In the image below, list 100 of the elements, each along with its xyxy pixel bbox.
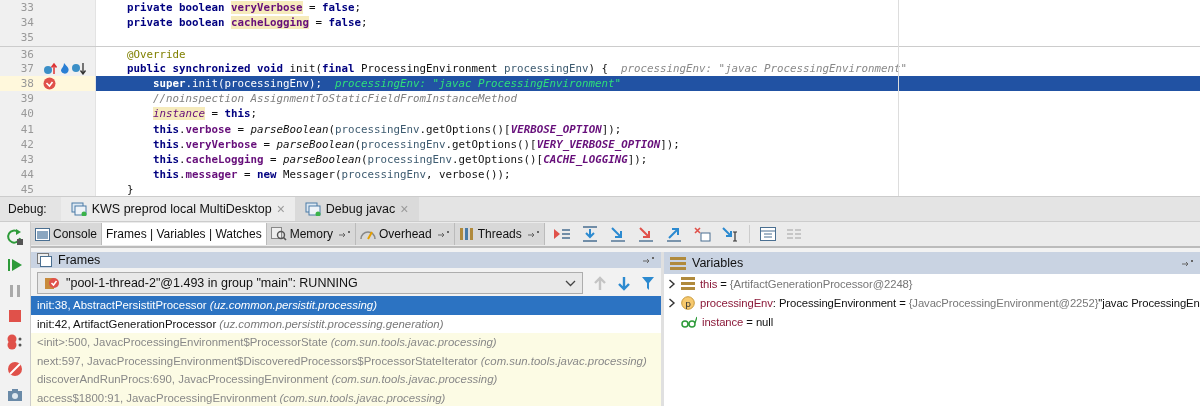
code-token: instance [153, 107, 205, 121]
step-into-icon[interactable] [608, 226, 627, 242]
breakpoints-icon[interactable] [6, 334, 24, 350]
variables-icon [670, 256, 686, 270]
code-token: ]); [627, 152, 648, 166]
debug-session-tab[interactable]: Debug javac × [294, 197, 419, 221]
debugger-tab[interactable]: Overhead [356, 223, 455, 245]
line-number: 45 [19, 182, 34, 196]
run-to-cursor-icon[interactable] [720, 226, 739, 242]
window-icon [70, 202, 87, 216]
code-token: this [153, 122, 179, 136]
filter-icon[interactable] [641, 275, 655, 291]
code-token: = [269, 152, 278, 166]
code-token: messager [185, 168, 238, 182]
pin-icon[interactable] [643, 256, 655, 264]
code-token: .getOptions()[ [419, 122, 511, 136]
step-over-icon[interactable] [580, 226, 599, 242]
force-step-into-icon[interactable] [636, 226, 655, 242]
drop-frame-icon[interactable] [692, 226, 711, 242]
pin-icon[interactable] [437, 230, 450, 238]
code-token: ) { [588, 61, 609, 75]
code-token: //noinspection AssignmentToStaticFieldFromInstanceMethod [153, 92, 517, 106]
code-token: this [224, 107, 251, 121]
code-token: processingEnv [367, 152, 453, 166]
code-token: ; [361, 16, 368, 30]
breakpoint-icon[interactable] [43, 77, 56, 91]
panel-title: Variables [692, 256, 744, 270]
glasses-icon [681, 315, 697, 328]
resume-icon[interactable] [7, 257, 23, 273]
code-token: ( [328, 122, 336, 136]
show-execution-point-icon[interactable] [552, 226, 571, 242]
code-token: new [257, 168, 278, 182]
variable-text: processingEnv: ProcessingEnvironment = {JavacProcessingEnvironment@2252}"javac ProcessingEn [700, 296, 1200, 309]
inline-value-hint: processingEnv: "javac ProcessingEnvironment" [621, 61, 908, 75]
code-token: .getOptions()[ [452, 152, 544, 166]
thread-dropdown[interactable]: "pool-1-thread-2"@1.493 in group "main": RUNNING [37, 272, 583, 294]
chevron-down-icon [565, 279, 576, 287]
code-token: processingEnv [504, 61, 589, 75]
code-token: veryVerbose [231, 1, 303, 14]
code-token: ProcessingEnvironment [361, 61, 499, 75]
line-number: 43 [19, 151, 34, 168]
magnifier-icon [270, 227, 287, 241]
code-token: this [153, 152, 179, 166]
suspended-thread-icon [44, 275, 60, 291]
line-number: 44 [19, 167, 34, 183]
code-token: = [236, 122, 246, 136]
line-number: 38 [19, 75, 34, 92]
arrow-down-icon[interactable] [617, 275, 631, 291]
debug-session-tab[interactable]: KWS preprod local MultiDesktop × [60, 197, 295, 221]
gauge-icon [360, 228, 376, 240]
code-token: = [314, 16, 324, 30]
line-number: 41 [19, 121, 34, 137]
window-icon [304, 202, 321, 216]
code-token: VERY_VERBOSE_OPTION [536, 137, 661, 151]
debugger-tab[interactable]: Memory [266, 223, 356, 245]
code-token: ( [354, 137, 362, 151]
variable-text: this = {ArtifactGenerationProcessor@2248} [700, 277, 913, 290]
code-token: . [179, 122, 186, 136]
rerun-icon[interactable] [6, 228, 24, 246]
debugger-tab[interactable]: Console [31, 223, 103, 245]
code-token: .getOptions()[ [445, 137, 537, 151]
code-token: = [308, 1, 317, 14]
debugger-tab[interactable]: Frames | Variables | Watches [102, 223, 267, 245]
code-token: ; [354, 1, 362, 14]
code-token: this [153, 168, 179, 182]
stop-icon[interactable] [8, 309, 22, 323]
line-number: 40 [19, 106, 34, 122]
code-token: VERBOSE_OPTION [510, 122, 602, 136]
code-token: private boolean [127, 16, 226, 30]
console-icon [35, 227, 50, 241]
code-token: } [127, 183, 134, 196]
stack-frame-row[interactable]: init:38, AbstractPersistitProcessor (uz.common.persistit.processing) [31, 296, 661, 315]
code-token: parseBoolean [250, 122, 329, 136]
code-token: ( [361, 152, 368, 166]
code-token: ]); [601, 122, 622, 136]
code-token: = [243, 168, 252, 182]
pin-icon[interactable] [527, 230, 540, 238]
mute-breakpoints-icon[interactable] [7, 361, 23, 377]
code-token: processingEnv [335, 122, 420, 136]
variable-row[interactable]: this = {ArtifactGenerationProcessor@2248} [664, 274, 1200, 293]
pin-icon[interactable] [1182, 259, 1194, 267]
line-number: 33 [19, 0, 34, 16]
code-token: cacheLogging [185, 152, 264, 166]
code-token: .init(processingEnv); [185, 76, 323, 90]
inline-value-hint: processingEnv: "javac ProcessingEnvironment" [335, 76, 622, 90]
camera-icon[interactable] [7, 388, 23, 402]
line-number: 35 [19, 30, 34, 46]
code-token: super [153, 76, 186, 90]
line-number: 42 [19, 136, 34, 152]
debugger-tab[interactable]: Threads [454, 223, 545, 245]
code-token: false [322, 1, 355, 14]
variable-row[interactable]: instance = null [664, 312, 1200, 331]
step-out-icon[interactable] [664, 226, 683, 242]
parameter-icon: p [681, 295, 695, 310]
evaluate-expression-icon[interactable] [759, 227, 776, 241]
override-marker-icon[interactable] [43, 61, 89, 75]
code-token: , verbose()); [426, 168, 511, 182]
variable-row[interactable]: p processingEnv: ProcessingEnvironment = {JavacProcessingEnvironment@2252}"javac ProcessingEn [664, 293, 1200, 312]
pin-icon[interactable] [339, 230, 351, 238]
pause-icon[interactable] [8, 284, 22, 298]
